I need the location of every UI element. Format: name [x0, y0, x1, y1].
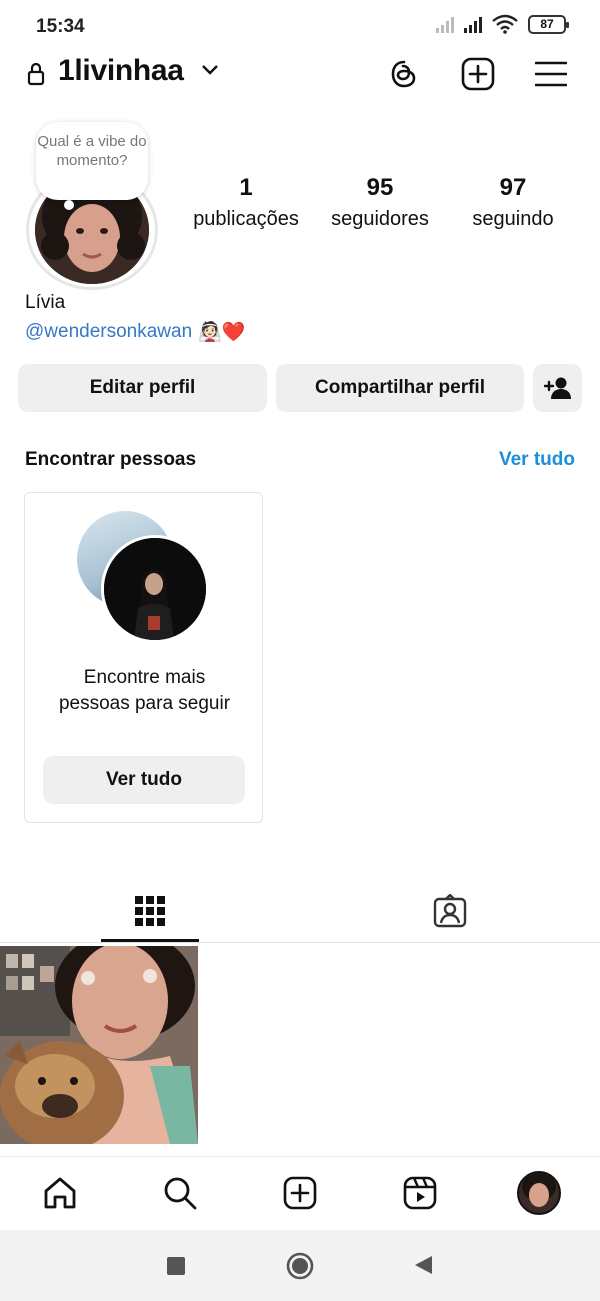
recents-icon[interactable]	[166, 1256, 186, 1276]
stat-followers-value: 95	[366, 174, 394, 201]
home-button-icon[interactable]	[286, 1252, 314, 1280]
reels-icon	[403, 1176, 437, 1210]
stat-following-value: 97	[499, 174, 527, 201]
system-navigation-bar	[0, 1230, 600, 1301]
note-bubble-tail	[64, 200, 74, 210]
discover-people-button[interactable]	[533, 364, 582, 412]
threads-icon	[391, 60, 416, 88]
wifi-icon	[492, 14, 518, 34]
battery-indicator: 87	[528, 14, 569, 34]
create-icon	[283, 1176, 317, 1210]
status-time: 15:34	[36, 16, 85, 37]
stat-following[interactable]: 97 seguindo	[462, 174, 564, 231]
add-person-icon	[543, 377, 571, 399]
suggestion-avatar-front	[101, 535, 209, 643]
chevron-down-icon[interactable]	[200, 62, 220, 78]
content-tabs	[0, 880, 600, 943]
signal-icon	[464, 15, 482, 33]
profile-full-name: Lívia	[25, 292, 66, 313]
stat-followers[interactable]: 95 seguidores	[324, 174, 436, 231]
nav-profile[interactable]	[517, 1171, 561, 1215]
suggestion-see-all-button[interactable]: Ver tudo	[43, 756, 245, 804]
status-bar: 15:34 87	[0, 0, 600, 52]
bio-mention-link[interactable]: @wendersonkawan	[25, 321, 192, 343]
back-icon[interactable]	[412, 1254, 434, 1276]
search-icon	[164, 1177, 197, 1210]
signal-icon-sim2	[436, 15, 454, 33]
plus-square-icon	[461, 57, 495, 91]
nav-home[interactable]	[38, 1171, 82, 1215]
create-post-button[interactable]	[458, 54, 498, 94]
bio-emoji: 👰🏻❤️	[198, 322, 246, 343]
stat-posts[interactable]: 1 publicações	[188, 174, 304, 231]
discover-people-title: Encontrar pessoas	[25, 449, 197, 470]
post-thumbnail[interactable]	[0, 946, 198, 1144]
threads-button[interactable]	[384, 54, 424, 94]
bio-mention[interactable]: @wendersonkawan 👰🏻❤️	[25, 320, 246, 344]
note-bubble[interactable]: Qual é a vibe do momento?	[36, 122, 148, 200]
bottom-navigation	[0, 1156, 600, 1228]
suggestion-card[interactable]: Encontre mais pessoas para seguir Ver tu…	[24, 492, 263, 823]
tagged-icon	[433, 894, 467, 928]
grid-icon	[135, 896, 165, 926]
account-username[interactable]: 1livinhaa	[58, 54, 184, 88]
nav-search[interactable]	[158, 1171, 202, 1215]
status-icons: 87	[436, 14, 569, 34]
stat-followers-label: seguidores	[331, 208, 429, 230]
home-icon	[44, 1177, 76, 1209]
edit-profile-button[interactable]: Editar perfil	[18, 364, 267, 412]
stat-posts-label: publicações	[193, 208, 299, 230]
tab-tagged[interactable]	[400, 880, 500, 942]
suggestion-text: Encontre mais pessoas para seguir	[58, 667, 231, 714]
see-all-link[interactable]: Ver tudo	[499, 449, 575, 471]
nav-reels[interactable]	[398, 1171, 442, 1215]
profile-avatar-small	[517, 1171, 561, 1215]
stat-following-label: seguindo	[472, 208, 554, 230]
lock-icon	[27, 62, 45, 86]
stat-posts-value: 1	[239, 174, 253, 201]
hamburger-icon	[535, 61, 567, 87]
profile-header: 1livinhaa	[0, 52, 600, 98]
share-profile-button[interactable]: Compartilhar perfil	[276, 364, 524, 412]
active-tab-indicator	[101, 939, 199, 942]
tab-posts-grid[interactable]	[100, 880, 200, 942]
menu-button[interactable]	[531, 54, 571, 94]
nav-create[interactable]	[278, 1171, 322, 1215]
